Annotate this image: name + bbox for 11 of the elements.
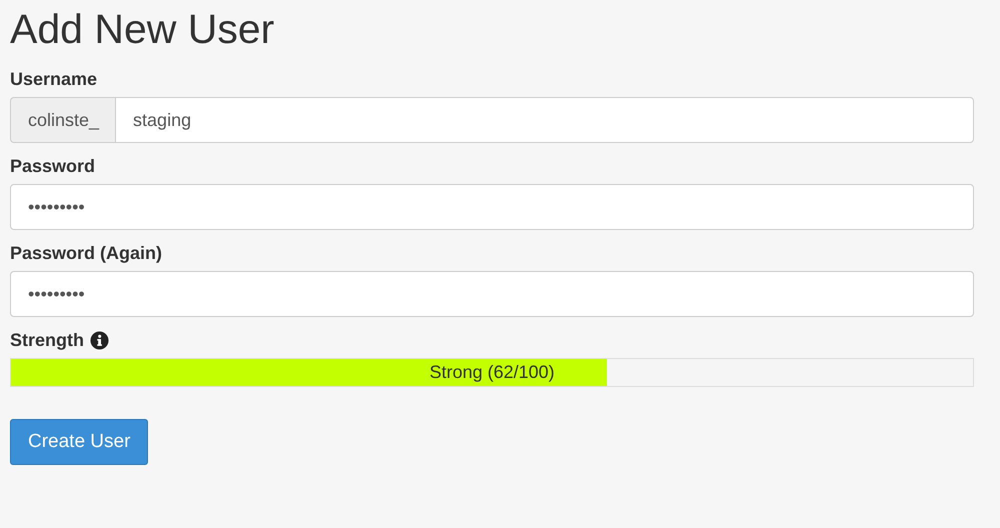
strength-reading: Strong (62/100) <box>429 362 555 383</box>
username-prefix: colinste_ <box>10 97 116 143</box>
password-field[interactable]: ••••••••• <box>10 271 974 317</box>
password-field[interactable]: ••••••••• <box>10 184 974 230</box>
strength-label: Strength <box>10 329 84 351</box>
field-label: Password <box>10 155 96 177</box>
field-label: Username <box>10 68 98 90</box>
field-label: Password (Again) <box>10 242 162 264</box>
username-field[interactable]: staging <box>115 97 974 143</box>
info-icon[interactable] <box>90 330 109 350</box>
page-title: Add New User <box>10 5 276 54</box>
